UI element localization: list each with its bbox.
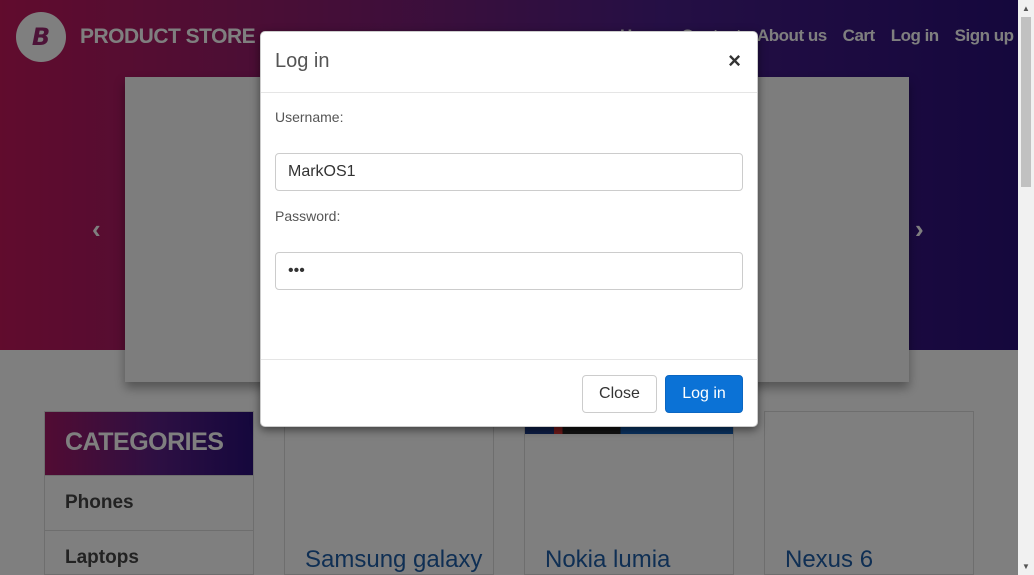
scroll-up-icon[interactable]: ▲ (1022, 4, 1030, 13)
username-input[interactable] (275, 153, 743, 191)
modal-footer: Close Log in (261, 359, 757, 427)
close-button[interactable]: Close (582, 375, 657, 413)
close-icon[interactable]: × (728, 48, 741, 74)
scroll-down-icon[interactable]: ▼ (1022, 562, 1030, 571)
password-label: Password: (275, 208, 341, 224)
login-button[interactable]: Log in (665, 375, 743, 413)
page-scrollbar[interactable]: ▲ ▼ (1018, 0, 1034, 575)
modal-title: Log in (275, 50, 330, 72)
username-label: Username: (275, 109, 344, 125)
password-input[interactable] (275, 252, 743, 290)
login-modal: Log in × Username: Password: Close Log i… (260, 31, 758, 427)
modal-header: Log in × (261, 32, 757, 93)
modal-body: Username: Password: (261, 93, 757, 359)
scroll-thumb[interactable] (1021, 17, 1031, 187)
